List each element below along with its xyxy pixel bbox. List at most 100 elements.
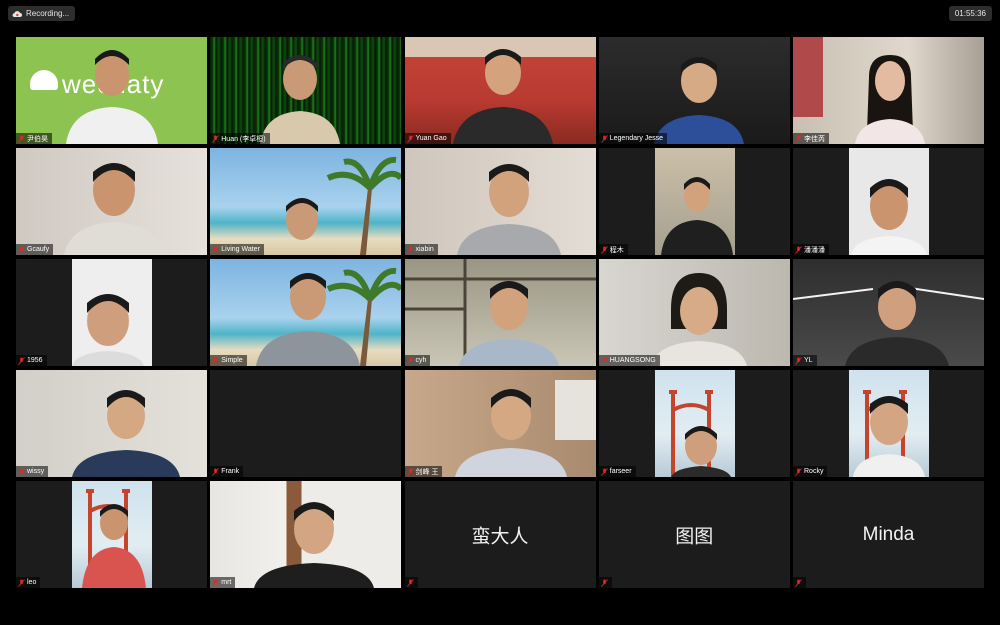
mic-muted-icon [795,245,802,254]
participant-tile[interactable]: Gcaufy [16,148,207,255]
participant-nametag: 尹伯昊 [16,133,52,144]
participant-nametag: cyh [404,355,431,366]
participant-tile[interactable]: 潘潘潘 [793,148,984,255]
participant-name: HUANGSONG [609,357,656,364]
participant-name: Gcaufy [27,246,50,253]
mic-muted-icon [600,356,608,365]
participant-tile-video-off[interactable]: 图图 [598,481,790,588]
person-silhouette [650,273,747,366]
person-silhouette [793,281,984,366]
person-silhouette [793,37,925,144]
mic-muted-icon [406,467,414,476]
mic-muted-icon [18,356,25,365]
participant-tile[interactable]: Simple [210,259,402,366]
participant-tile[interactable]: 程木 [598,148,790,255]
mic-muted-icon [406,356,414,365]
person-silhouette [454,380,596,477]
mic-muted-icon [406,578,414,587]
participant-name: Simple [221,357,243,364]
participant-tile[interactable]: wechaty 尹伯昊 [16,37,207,144]
participant-tile[interactable]: Rocky [793,370,984,477]
participant-nametag: leo [16,577,41,588]
participant-video [404,148,596,255]
participant-video [404,259,596,366]
person-silhouette [653,57,744,144]
person-silhouette [254,502,375,588]
participant-nametag: 1956 [16,355,47,366]
mic-muted-icon [406,245,414,254]
participant-tile[interactable]: Huan (李卓桓) [210,37,402,144]
participant-nametag: mrt [210,577,236,588]
participant-video [598,37,790,144]
participant-video [404,370,596,477]
participant-video [16,370,207,477]
participant-name: Huan (李卓桓) [221,135,266,143]
participant-tile[interactable]: 1956 [16,259,207,366]
mic-muted-icon [406,134,414,143]
participant-nametag: 李佳芮 [793,133,829,144]
participant-display-name: 图图 [675,526,714,547]
participant-name: 1956 [27,357,43,364]
participant-nametag: Frank [210,466,244,477]
participant-name: farseer [609,468,632,475]
participant-video [793,37,984,144]
participant-video [16,148,207,255]
mic-muted-icon [600,578,608,587]
participant-nametag: Legendary Jesse [598,133,668,144]
mic-muted-icon [600,467,608,476]
participant-tile[interactable]: farseer [598,370,790,477]
participant-tile[interactable]: cyh [404,259,596,366]
participant-tile-video-off[interactable]: Minda [793,481,984,588]
participant-tile[interactable]: 剑峰 王 [404,370,596,477]
meeting-timer: 01:55:36 [948,6,992,21]
person-silhouette [851,179,927,255]
participant-tile[interactable]: wissy [16,370,207,477]
participant-tile-video-off[interactable]: 蛮大人 [404,481,596,588]
participant-name: xiabin [415,246,434,253]
recording-indicator[interactable]: Recording... [8,6,76,21]
participant-nametag: HUANGSONG [598,355,660,366]
participant-display-name: 蛮大人 [471,526,529,547]
participant-video [849,370,929,477]
participant-video [210,481,402,588]
participant-nametag: YL [793,355,817,366]
participant-name: Frank [221,468,240,475]
participant-name: wissy [27,468,45,475]
participant-video [210,259,402,366]
participant-nametag: Simple [210,355,247,366]
participant-tile[interactable]: mrt [210,481,402,588]
participant-name: Legendary Jesse [609,135,664,142]
participant-nametag: Huan (李卓桓) [210,133,270,144]
mic-muted-icon [212,467,220,476]
participant-nametag: 潘潘潘 [793,244,829,255]
mic-muted-icon [600,134,608,143]
participant-tile[interactable]: HUANGSONG [598,259,790,366]
mic-muted-icon [600,245,608,254]
participant-nametag [404,577,418,588]
participant-nametag [793,577,806,588]
mic-muted-icon [212,578,220,587]
participant-tile[interactable]: xiabin [404,148,596,255]
participant-video [654,370,735,477]
mic-muted-icon [212,134,220,143]
participant-name: 潘潘潘 [804,246,825,254]
participant-name: Rocky [804,468,824,475]
person-silhouette [853,390,925,477]
participant-tile[interactable]: Legendary Jesse [598,37,790,144]
participant-nametag: 剑峰 王 [404,466,443,477]
participant-nametag: farseer [598,466,636,477]
mic-muted-icon [795,134,802,143]
participant-tile[interactable]: Living Water [210,148,402,255]
participant-tile-video-off[interactable]: Frank [210,370,402,477]
participant-name: 尹伯昊 [27,135,48,143]
mic-muted-icon [212,245,220,254]
participant-tile[interactable]: YL [793,259,984,366]
participant-tile-active-speaker[interactable]: Yuan Gao [404,37,596,144]
participant-tile[interactable]: leo [16,481,207,588]
person-silhouette [260,55,341,144]
participant-nametag: Living Water [210,244,264,255]
participant-video [72,481,152,588]
participant-video: wechaty [16,37,207,144]
participant-tile[interactable]: 李佳芮 [793,37,984,144]
participant-name: cyh [415,357,427,364]
